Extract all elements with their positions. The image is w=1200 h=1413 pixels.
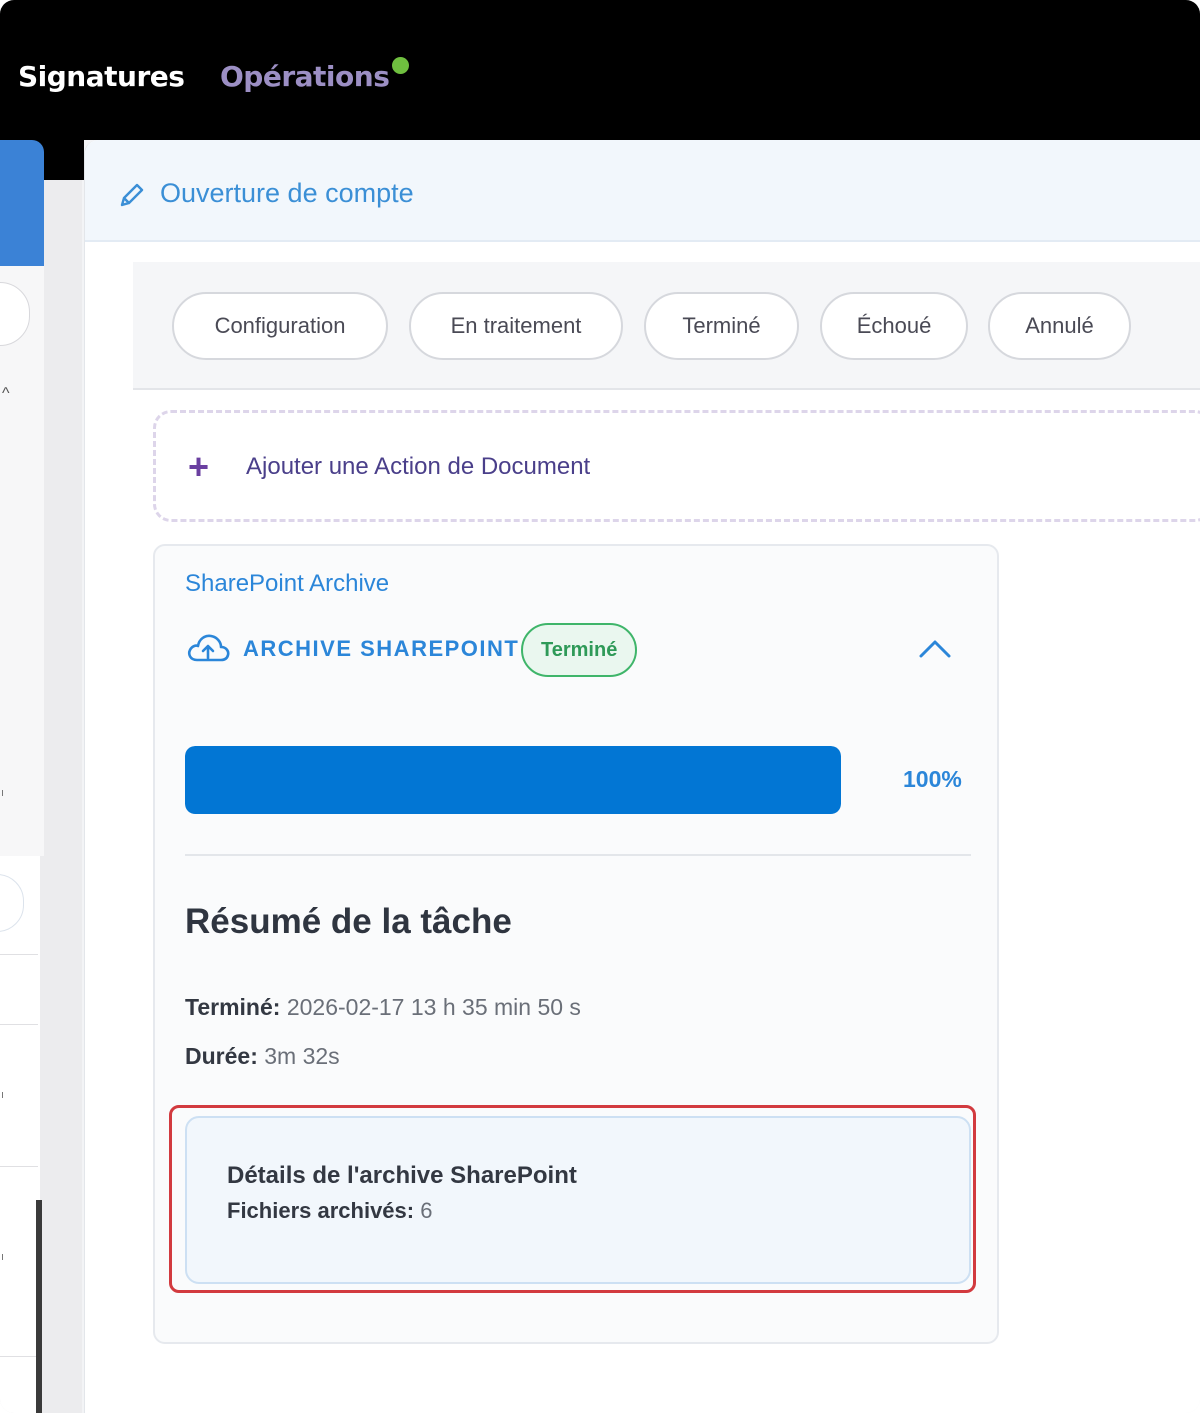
status-tabs: Configuration En traitement Terminé Écho… [133,262,1200,390]
status-dot [392,57,409,74]
tick-mark [2,1092,6,1098]
pencil-icon[interactable] [117,180,147,210]
card-title: SharePoint Archive [185,570,390,597]
task-card: SharePoint Archive ARCHIVE SHAREPOINT Te… [153,544,999,1344]
page-header: Ouverture de compte [85,140,1200,242]
tab-en-traitement[interactable]: En traitement [409,292,623,360]
top-nav: Signatures Opérations [0,0,1200,140]
scrollbar[interactable] [36,1200,42,1413]
files-archived-label: Fichiers archivés: [227,1198,415,1223]
task-name: ARCHIVE SHAREPOINT [243,636,520,661]
files-archived-value: 6 [420,1198,433,1223]
summary-title: Résumé de la tâche [185,902,512,941]
add-action-label: Ajouter une Action de Document [246,453,591,480]
sidebar-panel [0,266,44,856]
sidebar-list [0,856,40,1413]
tab-termine[interactable]: Terminé [644,292,799,360]
tab-configuration[interactable]: Configuration [172,292,388,360]
completed-label: Terminé: [185,994,281,1020]
sidebar-active-item[interactable] [0,140,44,266]
tick-mark [2,1254,6,1260]
main-panel: Ouverture de compte Configuration En tra… [84,140,1200,1413]
duration-label: Durée: [185,1043,258,1069]
progress-fill [185,746,841,814]
completed-line: Terminé: 2026-02-17 13 h 35 min 50 s [185,994,581,1021]
tab-annule[interactable]: Annulé [988,292,1131,360]
completed-value: 2026-02-17 13 h 35 min 50 s [286,994,581,1020]
chevron-up-icon[interactable]: ^ [2,385,10,403]
cloud-upload-icon [187,634,230,662]
divider [185,854,971,856]
app-window: Signatures Opérations ^ Ouverture de com… [0,0,1200,1413]
status-badge: Terminé [521,623,638,677]
tab-echoue[interactable]: Échoué [820,292,968,360]
add-document-action-button[interactable]: + Ajouter une Action de Document [153,410,1200,522]
nav-item-signatures[interactable]: Signatures [18,60,185,93]
divider [0,1166,38,1167]
progress-bar [185,746,841,814]
divider [0,954,38,955]
tick-mark [2,790,6,796]
details-title: Détails de l'archive SharePoint [227,1162,577,1189]
duration-value: 3m 32s [264,1043,340,1069]
chevron-up-icon[interactable] [915,634,955,664]
divider [0,1356,38,1357]
plus-icon: + [188,446,210,487]
divider [0,1024,38,1025]
duration-line: Durée: 3m 32s [185,1043,340,1070]
archive-details-box: Détails de l'archive SharePoint Fichiers… [185,1116,971,1284]
files-archived-line: Fichiers archivés: 6 [227,1198,432,1224]
page-title: Ouverture de compte [160,178,414,208]
progress-percent: 100% [903,766,962,792]
nav-item-operations[interactable]: Opérations [220,60,390,93]
